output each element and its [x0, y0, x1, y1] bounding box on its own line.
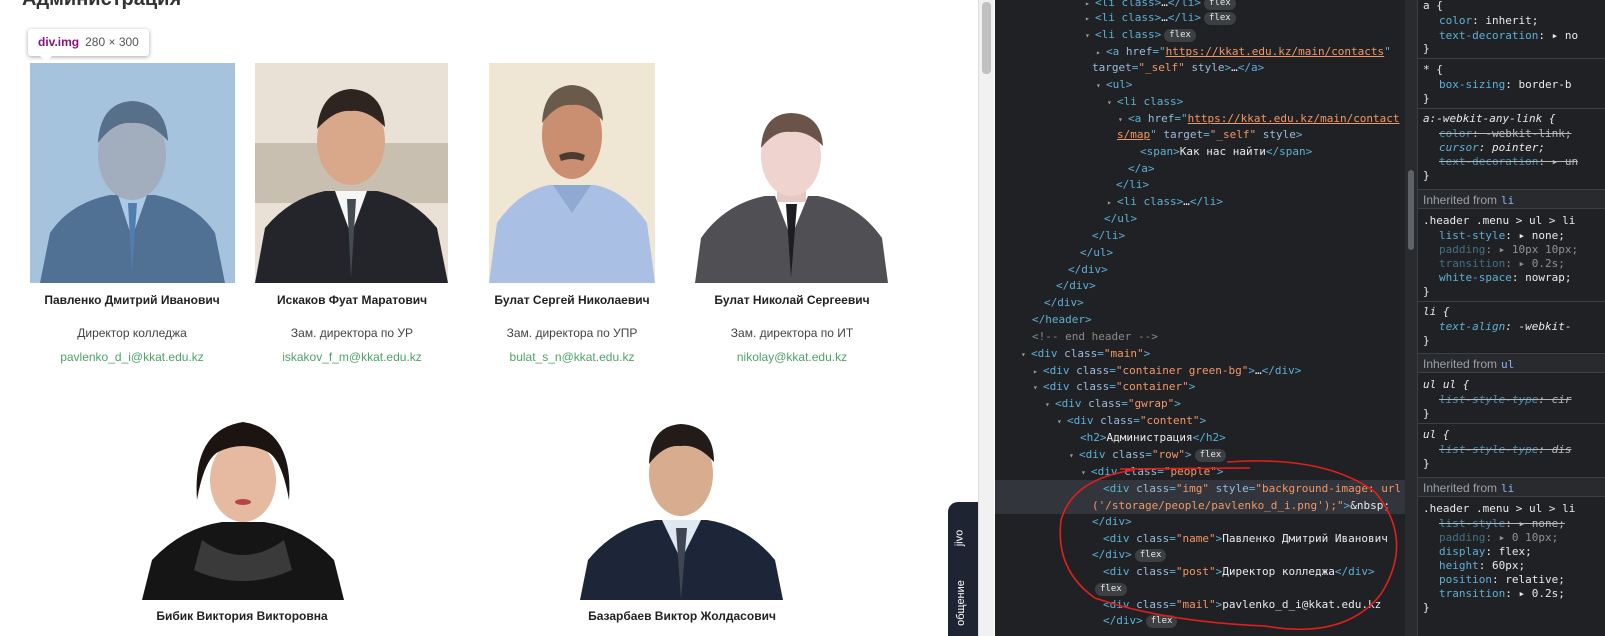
style-close: }	[1423, 457, 1430, 470]
person-post: Зам. директора по УПР	[506, 326, 638, 340]
style-prop[interactable]: height: 60px;	[1423, 558, 1605, 573]
inspector-tooltip: div.img 280 × 300	[28, 29, 149, 62]
tooltip-dimensions: 280 × 300	[85, 35, 139, 49]
inherited-from-li: Inherited from li	[1418, 189, 1605, 209]
person-name: Павленко Дмитрий Иванович	[44, 293, 220, 307]
style-prop[interactable]: text-align: -webkit-	[1423, 319, 1605, 334]
elements-scrollbar-thumb[interactable]	[1408, 170, 1414, 250]
style-prop[interactable]: list-style-type: cir	[1423, 392, 1605, 407]
tooltip-tag: div.img	[38, 35, 80, 49]
person-email-link[interactable]: iskakov_f_m@kkat.edu.kz	[237, 350, 467, 364]
style-close: }	[1423, 601, 1430, 614]
style-prop[interactable]: position: relative;	[1423, 572, 1605, 587]
style-selector[interactable]: ul {	[1423, 427, 1605, 442]
style-divider	[1418, 108, 1605, 109]
style-close: }	[1423, 334, 1430, 347]
style-selector[interactable]: a {	[1423, 0, 1605, 13]
style-selector[interactable]: a:-webkit-any-link {	[1423, 111, 1605, 126]
person-email-link[interactable]: nikolay@kkat.edu.kz	[677, 350, 907, 364]
style-selector[interactable]: .header .menu > ul > li	[1423, 213, 1605, 228]
style-prop[interactable]: white-space: nowrap;	[1423, 270, 1605, 285]
style-divider	[1418, 301, 1605, 302]
person-name: Базарбаев Виктор Жолдасович	[588, 609, 776, 623]
devtools-elements-panel: ▸ <li class>…</li> flex ▸ <li class>…</li> f…	[995, 0, 1405, 636]
person-name: Искаков Фуат Маратович	[276, 293, 428, 307]
style-prop[interactable]: text-decoration: ▸ un	[1423, 154, 1605, 169]
jivo-label: jivo	[953, 529, 966, 547]
inherited-from-ul: Inherited from ul	[1418, 353, 1605, 373]
style-selector[interactable]: * {	[1423, 62, 1605, 77]
style-close: }	[1423, 169, 1430, 182]
style-prop[interactable]: padding: ▸ 10px 10px;	[1423, 242, 1605, 257]
person-name: Булат Николай Сергеевич	[714, 293, 870, 307]
style-prop[interactable]: color: -webkit-link;	[1423, 126, 1605, 141]
style-close: }	[1423, 407, 1430, 420]
inherited-from-li-2: Inherited from li	[1418, 477, 1605, 497]
devtools-styles-panel: a { color: inherit; text-decoration: ▸ n…	[1417, 0, 1605, 636]
person-photo-placeholder-silhouette	[695, 108, 888, 283]
style-close: }	[1423, 92, 1430, 105]
elements-scrollbar[interactable]	[1405, 0, 1417, 636]
style-divider	[1418, 423, 1605, 424]
person-email-link[interactable]: pavlenko_d_i@kkat.edu.kz	[17, 350, 247, 364]
style-selector[interactable]: .header .menu > ul > li	[1423, 501, 1605, 516]
jivo-chat-widget[interactable]: jivo общение	[948, 502, 978, 636]
style-prop[interactable]: display: flex;	[1423, 544, 1605, 559]
person-post: Директор колледжа	[77, 326, 187, 340]
style-prop[interactable]: list-style-type: dis	[1423, 442, 1605, 457]
page-scrollbar[interactable]	[978, 0, 994, 636]
style-prop[interactable]: color: inherit;	[1423, 13, 1605, 28]
style-close: }	[1423, 285, 1430, 298]
style-close: }	[1423, 42, 1430, 55]
person-email-link[interactable]: bulat_s_n@kkat.edu.kz	[457, 350, 687, 364]
person-post: Зам. директора по ИТ	[730, 326, 854, 340]
person-name: Бибик Виктория Викторовна	[156, 609, 328, 623]
style-prop[interactable]: cursor: pointer;	[1423, 140, 1605, 155]
page-title: Администрация	[22, 0, 181, 11]
person-photo-iskakov	[255, 63, 448, 283]
style-prop[interactable]: transition: ▸ 0.2s;	[1423, 256, 1605, 271]
style-prop[interactable]: transition: ▸ 0.2s;	[1423, 586, 1605, 601]
person-photo-bazarbaev	[580, 410, 783, 600]
style-prop[interactable]: padding: ▸ 0 10px;	[1423, 530, 1605, 545]
web-page: Администрация Павленко Дмитрий Иванович …	[0, 0, 978, 636]
style-selector[interactable]: li {	[1423, 304, 1605, 319]
page-scrollbar-thumb[interactable]	[982, 2, 991, 74]
style-prop[interactable]: list-style: ▸ none;	[1423, 516, 1605, 531]
style-prop[interactable]: list-style: ▸ none;	[1423, 228, 1605, 243]
red-annotation-circle	[1059, 460, 1398, 631]
jivo-label-2: общение	[954, 580, 967, 626]
person-post: Зам. директора по УР	[290, 326, 414, 340]
person-photo-bibik	[142, 410, 344, 600]
style-divider	[1418, 58, 1605, 59]
inspector-highlight-overlay	[30, 63, 235, 283]
person-photo-bulat-s	[489, 63, 655, 283]
style-prop[interactable]: box-sizing: border-b	[1423, 77, 1605, 92]
person-name: Булат Сергей Николаевич	[494, 293, 650, 307]
style-selector[interactable]: ul ul {	[1423, 377, 1605, 392]
